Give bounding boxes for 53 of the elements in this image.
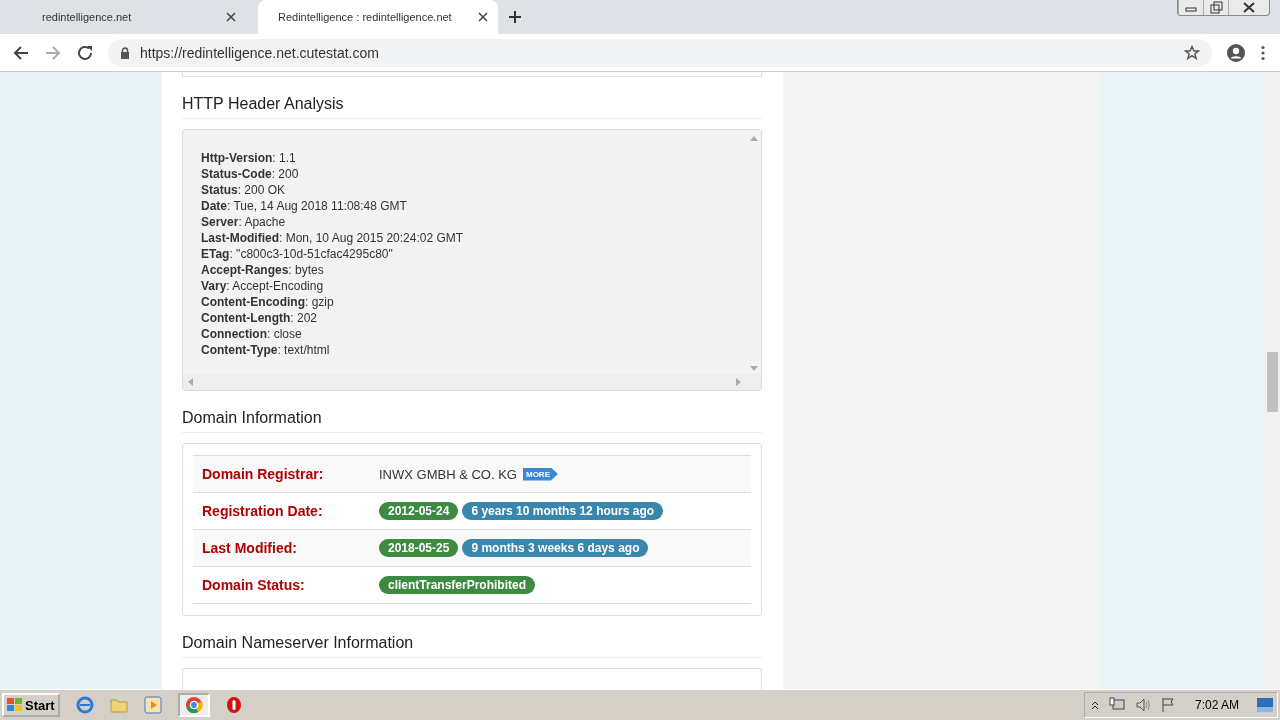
close-icon[interactable] xyxy=(226,12,236,22)
flag-icon[interactable] xyxy=(1160,697,1177,713)
header-line: Connection: close xyxy=(201,326,303,342)
clock: 7:02 AM xyxy=(1194,698,1239,712)
start-button[interactable]: Start xyxy=(2,693,60,717)
header-line: ETag: "c800c3-10d-51cfac4295c80" xyxy=(201,246,394,262)
stop-sign-icon[interactable] xyxy=(225,696,242,714)
date-badge: clientTransferProhibited xyxy=(379,576,536,594)
header-line: Content-Encoding: gzip xyxy=(201,294,335,310)
account-icon[interactable] xyxy=(1226,42,1246,63)
header-line: Http-Version: 1.1 xyxy=(201,150,297,166)
lock-icon xyxy=(120,46,130,59)
reload-icon[interactable] xyxy=(76,43,94,62)
browser-tab[interactable]: Redintelligence : redintelligence.net xyxy=(258,0,498,34)
star-icon[interactable] xyxy=(1184,44,1200,61)
back-icon[interactable] xyxy=(12,43,30,62)
field-label: Registration Date: xyxy=(202,503,324,519)
date-badge: 2012-05-24 xyxy=(379,502,459,520)
windows-logo-icon xyxy=(7,698,23,712)
field-label: Last Modified: xyxy=(202,540,298,556)
section-heading: Domain Nameserver Information xyxy=(182,634,762,658)
section-heading: HTTP Header Analysis xyxy=(182,95,762,119)
header-line: Date: Tue, 14 Aug 2018 11:08:48 GMT xyxy=(201,198,408,214)
browser-e-icon[interactable] xyxy=(75,696,94,714)
taskbar-app[interactable] xyxy=(177,693,210,717)
horizontal-scrollbar[interactable] xyxy=(183,374,761,390)
header-line: Content-Length: 202 xyxy=(201,310,318,326)
chevron-up-icon[interactable] xyxy=(1090,700,1099,710)
header-line: Status: 200 OK xyxy=(201,182,287,198)
network-icon[interactable] xyxy=(1108,697,1125,713)
field-label: Domain Status: xyxy=(202,577,306,593)
more-link[interactable]: MORE xyxy=(522,467,558,481)
field-label: Domain Registrar: xyxy=(202,466,325,482)
speaker-icon[interactable] xyxy=(1134,697,1151,713)
header-line: Status-Code: 200 xyxy=(201,166,300,182)
close-icon[interactable] xyxy=(478,12,488,22)
new-tab-icon[interactable] xyxy=(508,10,522,24)
menu-icon[interactable] xyxy=(1260,44,1266,61)
date-badge: 6 years 10 months 12 hours ago xyxy=(462,502,664,520)
show-desktop-icon[interactable] xyxy=(1257,698,1273,712)
date-badge: 9 months 3 weeks 6 days ago xyxy=(462,539,649,557)
header-line: Vary: Accept-Encoding xyxy=(201,278,325,294)
header-line: Content-Type: text/html xyxy=(201,342,331,358)
address-bar[interactable]: https://redintelligence.net.cutestat.com xyxy=(108,38,1212,67)
header-line: Accept-Ranges: bytes xyxy=(201,262,325,278)
page-scrollbar[interactable] xyxy=(1265,72,1280,689)
section-heading: Domain Information xyxy=(182,409,762,433)
header-line: Last-Modified: Mon, 10 Aug 2015 20:24:02 GMT xyxy=(201,230,465,246)
chrome-icon xyxy=(184,696,203,714)
registrar-name: INWX GMBH & CO. KG xyxy=(379,466,517,482)
date-badge: 2018-05-25 xyxy=(379,539,459,557)
browser-tab[interactable]: redintelligence.net xyxy=(14,0,246,34)
header-line: Server: Apache xyxy=(201,214,287,230)
